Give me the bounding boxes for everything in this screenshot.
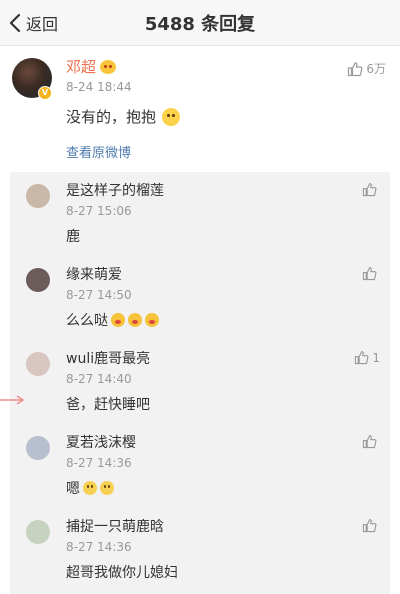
reply-time: 8-27 14:36	[66, 540, 132, 554]
reply-text: 爸，赶快睡吧	[66, 394, 150, 414]
avatar[interactable]	[26, 436, 50, 460]
like-button[interactable]: 6万	[347, 60, 386, 77]
avatar[interactable]	[26, 184, 50, 208]
comment-text-content: 没有的，抱抱	[66, 108, 157, 126]
reply-text-content: 鹿	[66, 229, 80, 245]
list-item: 夏若浅沫樱 8-27 14:36 嗯	[10, 424, 390, 508]
list-item: 捕捉一只萌鹿晗 8-27 14:36 超哥我做你儿媳妇	[10, 508, 390, 592]
kiss-emoji-icon	[128, 313, 142, 327]
pointer-arrow-icon	[0, 395, 25, 405]
verified-badge-icon: V	[38, 86, 52, 100]
reply-text: 鹿	[66, 226, 80, 246]
like-button[interactable]	[362, 182, 380, 197]
replies-list: 是这样子的榴莲 8-27 15:06 鹿 缘来萌爱 8-27 14:50 么么哒…	[10, 172, 390, 594]
reply-text-content: 嗯	[66, 481, 80, 497]
list-item: 是这样子的榴莲 8-27 15:06 鹿	[10, 172, 390, 256]
kiss-emoji-icon	[145, 313, 159, 327]
author-name-text: 邓超	[66, 58, 97, 76]
thumbs-up-icon	[362, 435, 377, 449]
list-item: wuli鹿哥最亮 8-27 14:40 爸，赶快睡吧 1	[10, 340, 390, 424]
list-item: 缘来萌爱 8-27 14:50 么么哒	[10, 256, 390, 340]
nav-bar: 返回 5488 条回复	[0, 0, 400, 46]
avatar[interactable]	[26, 520, 50, 544]
comment-text: 没有的，抱抱	[66, 106, 181, 127]
like-count: 1	[372, 350, 380, 365]
reply-author[interactable]: 是这样子的榴莲	[66, 180, 164, 200]
hug-emoji-icon	[162, 107, 181, 126]
reply-text-content: 超哥我做你儿媳妇	[66, 565, 178, 581]
like-button[interactable]: 1	[354, 350, 380, 365]
page-title: 5488 条回复	[144, 14, 256, 35]
view-original-link[interactable]: 查看原微博	[66, 142, 131, 161]
like-count: 6万	[366, 62, 386, 76]
reply-text: 么么哒	[66, 310, 159, 330]
reply-author[interactable]: wuli鹿哥最亮	[66, 348, 150, 368]
reply-time: 8-27 14:40	[66, 372, 132, 386]
thumbs-up-icon	[348, 61, 363, 76]
smile-emoji-icon	[83, 481, 97, 495]
reply-text-content: 么么哒	[66, 313, 108, 329]
kiss-emoji-icon	[111, 313, 125, 327]
reply-author[interactable]: 夏若浅沫樱	[66, 432, 136, 452]
reply-text: 嗯	[66, 478, 114, 498]
smile-emoji-icon	[100, 481, 114, 495]
like-button[interactable]	[362, 518, 380, 533]
like-button[interactable]	[362, 266, 380, 281]
vip-icon	[100, 59, 117, 74]
thumbs-up-icon	[362, 519, 377, 533]
avatar[interactable]	[26, 352, 50, 376]
reply-author[interactable]: 缘来萌爱	[66, 264, 122, 284]
main-comment: V 邓超 8-24 18:44 6万 没有的，抱抱 查看原微博	[0, 46, 400, 170]
reply-text-content: 爸，赶快睡吧	[66, 397, 150, 413]
reply-time: 8-27 15:06	[66, 204, 132, 218]
reply-time: 8-27 14:50	[66, 288, 132, 302]
comment-time: 8-24 18:44	[66, 80, 132, 94]
like-button[interactable]	[362, 434, 380, 449]
reply-author[interactable]: 捕捉一只萌鹿晗	[66, 516, 164, 536]
avatar[interactable]	[26, 268, 50, 292]
author-name[interactable]: 邓超	[66, 56, 117, 77]
reply-text: 超哥我做你儿媳妇	[66, 562, 178, 582]
reply-time: 8-27 14:36	[66, 456, 132, 470]
thumbs-up-icon	[362, 267, 377, 281]
thumbs-up-icon	[355, 351, 369, 365]
thumbs-up-icon	[362, 183, 377, 197]
